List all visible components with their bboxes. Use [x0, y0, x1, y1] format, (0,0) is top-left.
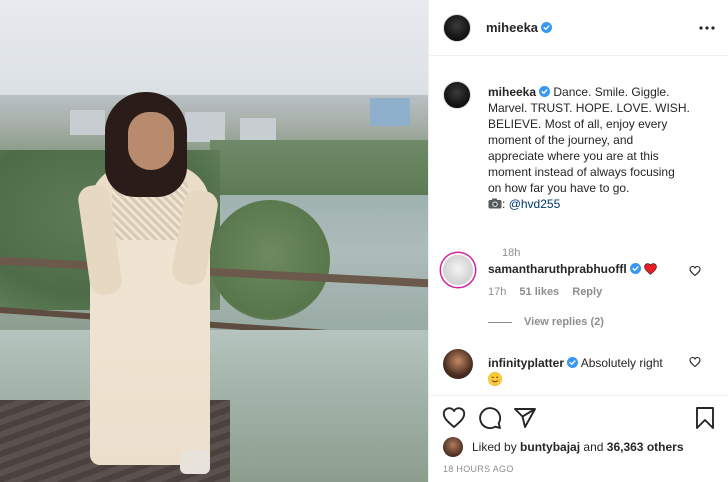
verified-badge-icon	[541, 22, 553, 33]
commenter-avatar[interactable]	[443, 349, 473, 379]
paper-plane-icon[interactable]	[513, 406, 537, 430]
comment-body: Absolutely right	[580, 356, 663, 370]
post-header: miheeka	[429, 0, 728, 56]
caption-line: BELIEVE. Most of all, enjoy every	[488, 117, 668, 131]
post-timestamp[interactable]: 18 HOURS AGO	[443, 464, 514, 474]
photo-building	[370, 98, 410, 126]
commenter-username[interactable]: infinityplatter	[488, 356, 564, 370]
commenter-avatar[interactable]	[443, 255, 473, 285]
comment-like-heart-icon[interactable]	[689, 356, 701, 368]
caption-line: appreciate where you are at this	[488, 149, 659, 163]
caption-line: on how far you have to go.	[488, 181, 630, 195]
photo-person-shoe	[180, 450, 210, 474]
post-action-bar	[429, 395, 728, 439]
liker-username[interactable]: buntybajaj	[520, 440, 580, 454]
verified-badge-icon	[629, 263, 641, 274]
caption-line: Marvel. TRUST. HOPE. LOVE. WISH.	[488, 101, 690, 115]
likes-prefix: Liked by	[472, 440, 517, 454]
heart-outline-icon[interactable]	[442, 406, 466, 430]
verified-badge-icon	[539, 86, 551, 97]
comment-meta: 17h 51 likes Reply	[488, 286, 612, 298]
photo-credit-prefix: :	[502, 197, 506, 211]
liker-avatar[interactable]	[443, 437, 463, 457]
likes-conjunction: and	[583, 440, 604, 454]
comment-text: samantharuthprabhuoffl	[488, 261, 688, 277]
comment-bubble-icon[interactable]	[478, 406, 502, 430]
caption-line: moment of the journey, and	[488, 133, 634, 147]
photo-tree	[210, 200, 330, 320]
smiling-face-emoji-icon	[488, 372, 502, 386]
more-options-icon[interactable]	[697, 18, 717, 38]
caption-author-avatar[interactable]	[443, 81, 471, 109]
comment-like-heart-icon[interactable]	[689, 265, 701, 277]
caption-line: moment instead of always focusing	[488, 165, 675, 179]
author-avatar[interactable]	[443, 14, 471, 42]
reply-button[interactable]: Reply	[572, 286, 602, 298]
comment-likes[interactable]: 51 likes	[519, 286, 559, 298]
camera-emoji-icon	[488, 198, 502, 209]
verified-badge-icon	[567, 357, 579, 368]
view-replies-line	[488, 321, 512, 323]
caption-line: Dance. Smile. Giggle.	[553, 85, 670, 99]
comment-text: infinityplatter Absolutely right	[488, 355, 688, 387]
post-sidebar: miheeka miheeka Dance. Smile. Giggle. Ma…	[428, 0, 728, 482]
view-replies-button[interactable]: View replies (2)	[488, 316, 604, 328]
caption-time: 18h	[502, 247, 521, 259]
photo-credit-mention[interactable]: @hvd255	[509, 197, 561, 211]
caption-author-username[interactable]: miheeka	[488, 85, 536, 99]
commenter-username[interactable]: samantharuthprabhuoffl	[488, 262, 627, 276]
likes-others-count[interactable]: 36,363 others	[607, 440, 684, 454]
view-replies-label[interactable]: View replies (2)	[524, 316, 604, 328]
photo-trees	[210, 140, 428, 200]
caption-text: miheeka Dance. Smile. Giggle. Marvel. TR…	[488, 84, 714, 212]
likes-summary[interactable]: Liked by buntybajaj and 36,363 others	[443, 436, 723, 458]
photo-building	[70, 110, 105, 135]
post-photo[interactable]	[0, 0, 428, 482]
photo-person-face	[128, 112, 174, 170]
author-username[interactable]: miheeka	[486, 20, 553, 35]
comments-list[interactable]: miheeka Dance. Smile. Giggle. Marvel. TR…	[429, 57, 728, 395]
photo-building	[185, 112, 225, 142]
photo-building	[240, 118, 276, 142]
comment-time: 17h	[488, 286, 507, 298]
author-username-text[interactable]: miheeka	[486, 20, 538, 35]
red-heart-emoji-icon	[643, 263, 657, 275]
bookmark-icon[interactable]	[693, 406, 717, 430]
